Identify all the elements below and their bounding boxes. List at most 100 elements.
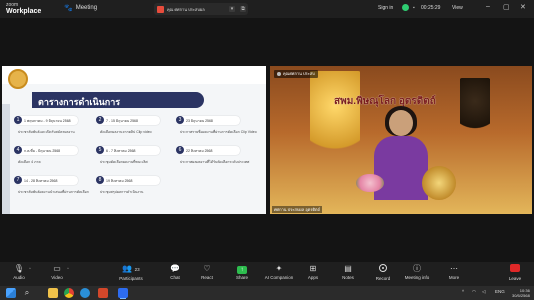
windows-taskbar: ⌕ ^ ◠ ◁ ENG 10:36 30/5/2568 — [0, 286, 534, 300]
meeting-toolbar: 🎙 Audio ^ ▭ Video ^ 👥 23 Participants 💬 … — [0, 262, 534, 286]
edge-icon[interactable] — [80, 288, 90, 298]
name-tag-text: คุณศศกาน ประสบ — [283, 71, 315, 76]
timeline-text: ประชาสัมพันธ์ผลงานนำเสนอที่ผ่านการคัดเลื… — [18, 190, 89, 194]
timeline-text: ประชุมสรุปผลการดำเนินงาน — [100, 190, 144, 194]
sparkle-icon: ✦ — [275, 264, 283, 273]
share-icon: ↑ — [225, 264, 259, 274]
zoom-logo: zoom Workplace — [6, 2, 41, 16]
timeline-badge: 1 — [14, 116, 22, 124]
participant-video[interactable]: สพม.พิษณุโลก อุตรดิตถ์ คุณศศกาน ประสบ ศศ… — [270, 66, 532, 214]
timeline-date: ก.ค.ที่ม - มิถุนายน 2568 — [24, 149, 61, 153]
audio-button[interactable]: 🎙 Audio ^ — [2, 264, 36, 281]
ai-companion-button[interactable]: ✦ AI Companion — [262, 264, 296, 281]
timeline-date: 6 - 7 สิงหาคม 2568 — [106, 149, 136, 153]
system-clock[interactable]: 10:36 30/5/2568 — [512, 288, 530, 298]
timeline-badge: 2 — [96, 116, 104, 124]
notes-icon: ▤ — [344, 264, 352, 273]
more-button[interactable]: ⋯ More — [437, 264, 471, 281]
video-backdrop-title: สพม.พิษณุโลก อุตรดิตถ์ — [334, 96, 436, 107]
leave-icon — [498, 264, 532, 275]
ai-companion-label: AI Companion — [264, 275, 294, 280]
react-label: React — [201, 275, 213, 280]
timeline-date: 7 - 15 มิถุนายน 2568 — [106, 119, 138, 123]
video-stage: ตารางการดำเนินการ 1 1 พฤษภาคม - 9 มิถุนา… — [0, 18, 534, 262]
buddha-image — [310, 71, 360, 171]
timeline-text: คัดเลือก 4 ภาค — [18, 160, 41, 164]
maximize-icon[interactable]: ▢ — [503, 3, 510, 11]
zoom-app-icon[interactable] — [118, 288, 128, 298]
more-label: More — [448, 275, 460, 280]
timeline-date: 19 สิงหาคม 2568 — [106, 179, 133, 183]
logo-bottom: Workplace — [6, 8, 42, 15]
share-button[interactable]: ↑ Share — [225, 264, 259, 281]
shield-icon[interactable] — [402, 4, 409, 11]
audio-label: Audio — [13, 275, 25, 280]
share-square-icon — [157, 5, 164, 13]
slide-header — [2, 66, 266, 84]
record-button[interactable]: Record — [366, 264, 400, 282]
language-indicator[interactable]: ENG — [495, 289, 505, 294]
meeting-info-button[interactable]: ⓘ Meeting info — [400, 264, 434, 281]
heart-icon: ♡ — [203, 264, 211, 273]
timeline-date: 14 - 28 สิงหาคม 2568 — [24, 179, 58, 183]
meeting-tab[interactable]: 🐾 Meeting — [64, 4, 97, 12]
recording-icon: ▪ — [413, 5, 415, 11]
react-button[interactable]: ♡ React — [190, 264, 224, 281]
notes-button[interactable]: ▤ Notes — [331, 264, 365, 281]
timeline-text: ประชาสัมพันธ์และเปิดรับสมัครผลงาน — [18, 130, 75, 134]
volume-icon[interactable]: ◁ — [482, 289, 485, 295]
shared-slide[interactable]: ตารางการดำเนินการ 1 1 พฤษภาคม - 9 มิถุนา… — [2, 66, 266, 214]
screen-share-indicator[interactable]: คุณ ศศกาน ประสบผล ▾ ⧉ — [154, 3, 248, 15]
powerpoint-icon[interactable] — [98, 288, 108, 298]
mic-status-icon — [277, 71, 281, 76]
meeting-timer: 00:25:29 — [421, 5, 441, 11]
windows-start-icon[interactable] — [6, 288, 16, 298]
sign-in-link[interactable]: Sign in — [378, 5, 393, 11]
timeline-badge: 5 — [96, 146, 104, 154]
record-icon — [366, 264, 400, 275]
leave-button[interactable]: Leave — [498, 264, 532, 282]
video-label: Video — [51, 275, 63, 280]
chrome-icon[interactable] — [64, 288, 74, 298]
chat-icon: 💬 — [170, 264, 180, 273]
apps-button[interactable]: ⊞ Apps — [296, 264, 330, 281]
chevron-up-icon[interactable]: ^ — [29, 266, 31, 271]
pop-out-icon[interactable]: ⧉ — [240, 6, 246, 12]
timeline-text: ประกาศผลผลงานที่ได้รับคัดเลือกระดับประเท… — [180, 160, 250, 164]
close-icon[interactable]: ✕ — [520, 3, 526, 11]
chat-button[interactable]: 💬 Chat — [158, 264, 192, 281]
school-logo-icon — [8, 69, 28, 89]
timeline-badge: 3 — [176, 116, 184, 124]
notes-label: Notes — [342, 275, 354, 280]
meeting-info-label: Meeting info — [404, 275, 430, 280]
tray-chevron-icon[interactable]: ^ — [462, 289, 464, 294]
video-button[interactable]: ▭ Video ^ — [40, 264, 74, 281]
participants-count: 23 — [134, 267, 140, 272]
clock-date: 30/5/2568 — [512, 293, 530, 298]
timeline-text: คัดเลือกผลงานจากคลิป Clip video — [100, 130, 152, 134]
paw-icon: 🐾 — [64, 5, 73, 12]
chevron-down-icon[interactable]: ▾ — [229, 6, 235, 12]
timeline-text: ประกาศรายชื่อผลงานที่ผ่านการคัดเลือก Cli… — [180, 130, 257, 134]
emblem-image — [422, 166, 456, 200]
participants-button[interactable]: 👥 23 Participants — [114, 264, 148, 282]
participants-icon: 👥 23 — [122, 264, 140, 273]
timeline-badge: 8 — [96, 176, 104, 184]
leave-label: Leave — [508, 276, 522, 281]
minimize-icon[interactable]: – — [486, 3, 490, 10]
wifi-icon[interactable]: ◠ — [472, 289, 476, 295]
timeline-badge: 6 — [176, 146, 184, 154]
participant-name: ศศกาน ประสบผล อุตรดิตถ์ — [272, 206, 323, 213]
chevron-up-icon[interactable]: ^ — [67, 266, 69, 271]
file-explorer-icon[interactable] — [48, 288, 58, 298]
view-menu[interactable]: View — [452, 5, 463, 11]
slide-title: ตารางการดำเนินการ — [38, 97, 121, 107]
search-icon[interactable]: ⌕ — [22, 288, 32, 298]
timeline-badge: 4 — [14, 146, 22, 154]
chat-label: Chat — [170, 275, 180, 280]
timeline-text: ประชุมคัดเลือกผลงานที่ชนะเลิศ — [100, 160, 148, 164]
more-icon: ⋯ — [450, 264, 458, 273]
apps-icon: ⊞ — [309, 264, 317, 273]
info-icon: ⓘ — [413, 264, 421, 273]
record-label: Record — [375, 276, 391, 281]
